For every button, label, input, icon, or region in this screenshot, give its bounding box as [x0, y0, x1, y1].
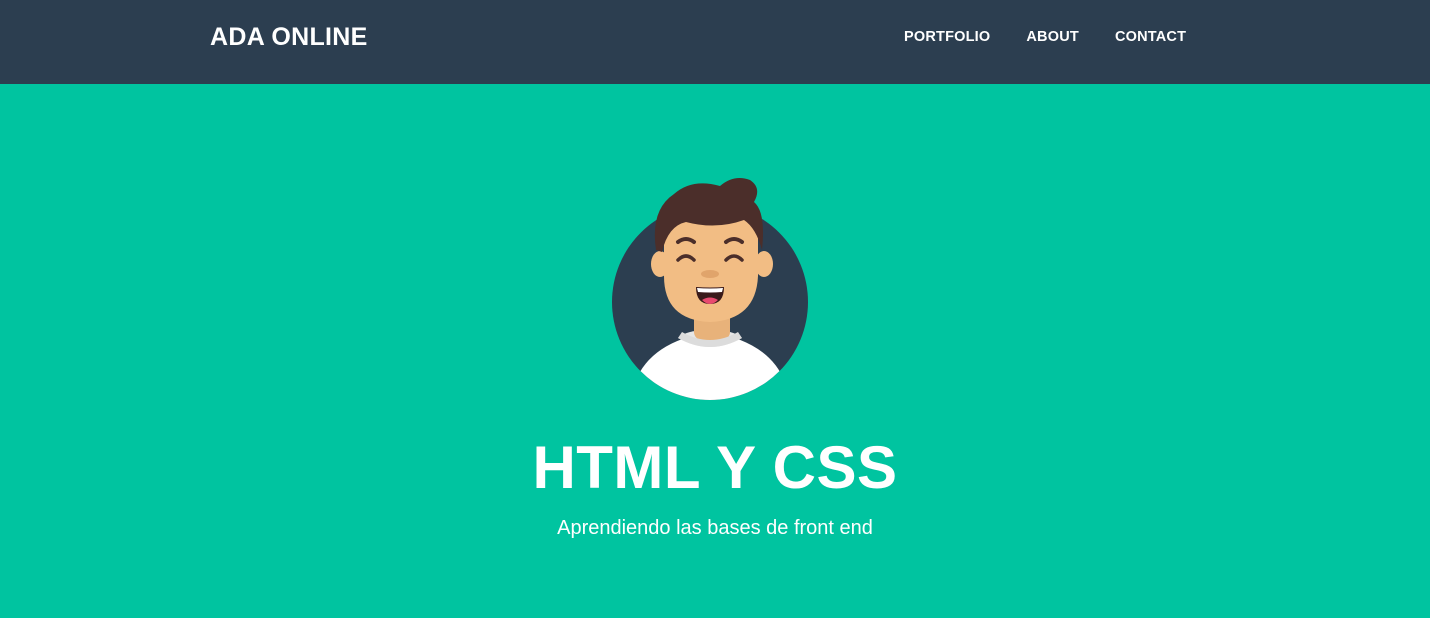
- top-navbar: ADA ONLINE PORTFOLIO ABOUT CONTACT: [0, 0, 1430, 84]
- hero-subtitle: Aprendiendo las bases de front end: [557, 517, 873, 539]
- smiling-person-avatar-icon: [612, 178, 808, 400]
- nav-link-portfolio[interactable]: PORTFOLIO: [904, 28, 990, 46]
- nav-links: PORTFOLIO ABOUT CONTACT: [904, 28, 1186, 46]
- nav-link-contact[interactable]: CONTACT: [1115, 28, 1186, 46]
- brand-link[interactable]: ADA ONLINE: [210, 22, 368, 52]
- hero-title: HTML Y CSS: [532, 434, 898, 501]
- nav-link-about[interactable]: ABOUT: [1026, 28, 1079, 46]
- hero-section: HTML Y CSS Aprendiendo las bases de fron…: [0, 84, 1430, 618]
